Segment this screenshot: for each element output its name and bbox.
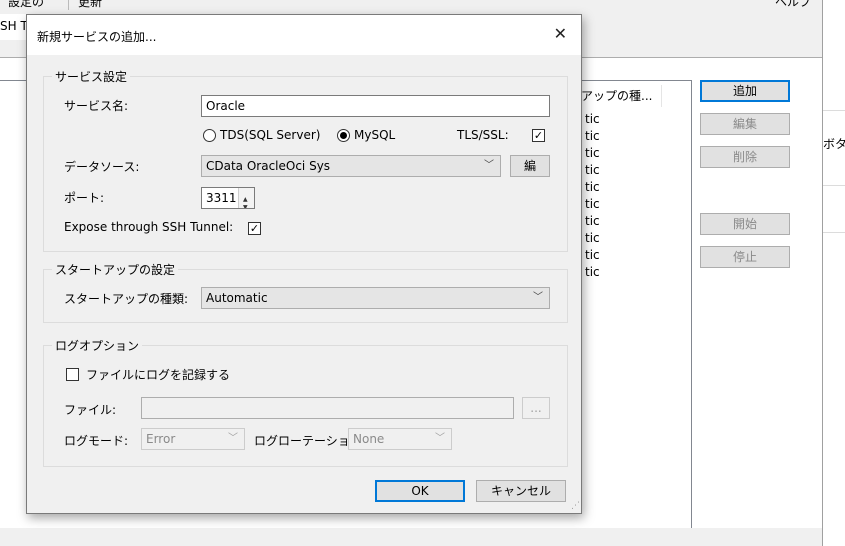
ok-button[interactable]: OK xyxy=(375,480,465,502)
close-icon[interactable]: ✕ xyxy=(554,24,567,43)
log-rotation-label: ログローテーショ xyxy=(254,434,349,448)
chevron-down-icon: ﹀ xyxy=(533,292,543,303)
toolbar-fragment[interactable]: 設定の xyxy=(8,0,44,10)
list-item[interactable]: tic xyxy=(585,248,600,262)
log-mode-label: ログモード: xyxy=(64,434,129,448)
log-rotation-select[interactable]: None ﹀ xyxy=(348,428,452,450)
log-to-file-checkbox[interactable] xyxy=(66,368,79,381)
add-service-dialog: 新規サービスの追加... ✕ サービス設定 サービス名: Oracle TDS(… xyxy=(26,14,582,514)
edit-button[interactable]: 編集 xyxy=(700,113,790,135)
startup-type-label: スタートアップの種類: xyxy=(64,292,189,306)
radio-tds-label[interactable]: TDS(SQL Server) xyxy=(220,128,320,142)
startup-type-value: Automatic xyxy=(206,291,268,305)
ssh-tunnel-checkbox[interactable]: ✓ xyxy=(248,222,261,235)
radio-mysql-label[interactable]: MySQL xyxy=(354,128,395,142)
cancel-button[interactable]: キャンセル xyxy=(476,480,566,502)
log-rotation-value: None xyxy=(353,432,385,446)
list-item[interactable]: tic xyxy=(585,163,600,177)
port-label: ポート: xyxy=(64,191,105,205)
log-mode-select[interactable]: Error ﹀ xyxy=(141,428,245,450)
edit-datasource-button[interactable]: 編 xyxy=(510,155,550,177)
add-button[interactable]: 追加 xyxy=(700,80,790,102)
port-spin-buttons[interactable]: ▲ ▼ xyxy=(238,188,254,208)
chevron-down-icon: ﹀ xyxy=(484,160,494,171)
dialog-titlebar[interactable]: 新規サービスの追加... ✕ xyxy=(27,15,581,55)
list-item[interactable]: tic xyxy=(585,197,600,211)
file-label: ファイル: xyxy=(64,403,117,417)
datasource-label: データソース: xyxy=(64,160,140,174)
ssh-tunnel-label: Expose through SSH Tunnel: xyxy=(64,220,234,234)
background-status-area xyxy=(0,528,822,546)
toolbar-separator xyxy=(68,0,69,10)
list-item[interactable]: tic xyxy=(585,146,600,160)
chevron-down-icon: ﹀ xyxy=(228,433,238,444)
spin-down-icon[interactable]: ▼ xyxy=(243,198,248,208)
startup-type-select[interactable]: Automatic ﹀ xyxy=(201,287,550,309)
resize-grip-icon[interactable]: ⋰ xyxy=(571,501,580,511)
tls-ssl-label: TLS/SSL: xyxy=(457,128,509,142)
port-value: 3311 xyxy=(206,191,237,205)
delete-button[interactable]: 削除 xyxy=(700,146,790,168)
divider xyxy=(823,110,845,111)
list-item[interactable]: tic xyxy=(585,112,600,126)
divider xyxy=(823,232,845,233)
service-name-input[interactable]: Oracle xyxy=(201,95,550,117)
list-item[interactable]: tic xyxy=(585,129,600,143)
right-pane-fragment: ボタ xyxy=(823,137,845,151)
background-toolbar: 設定の 更新 ヘルプ xyxy=(0,0,822,14)
list-item[interactable]: tic xyxy=(585,214,600,228)
stop-button[interactable]: 停止 xyxy=(700,246,790,268)
service-settings-legend: サービス設定 xyxy=(52,68,131,85)
background-right-pane: ボタ xyxy=(822,0,845,546)
log-options-group: ログオプション ファイルにログを記録する ファイル: ... ログモード: Er… xyxy=(43,337,568,467)
browse-button[interactable]: ... xyxy=(522,397,550,419)
log-to-file-label[interactable]: ファイルにログを記録する xyxy=(86,366,230,383)
log-options-legend: ログオプション xyxy=(52,337,143,354)
dialog-title: 新規サービスの追加... xyxy=(37,30,157,44)
list-item[interactable]: tic xyxy=(585,265,600,279)
column-header-startup-type[interactable]: アップの種... xyxy=(576,85,662,107)
startup-settings-legend: スタートアップの設定 xyxy=(52,261,179,278)
tab-label: SH T xyxy=(0,19,28,33)
start-button[interactable]: 開始 xyxy=(700,213,790,235)
radio-tds[interactable] xyxy=(203,129,216,142)
log-mode-value: Error xyxy=(146,432,176,446)
toolbar-fragment-2[interactable]: 更新 xyxy=(78,0,102,10)
datasource-select[interactable]: CData OracleOci Sys ﹀ xyxy=(201,155,501,177)
datasource-value: CData OracleOci Sys xyxy=(206,159,331,173)
radio-mysql[interactable] xyxy=(337,129,350,142)
service-name-label: サービス名: xyxy=(64,99,129,113)
port-stepper[interactable]: 3311 ▲ ▼ xyxy=(201,187,255,209)
list-item[interactable]: tic xyxy=(585,231,600,245)
divider xyxy=(823,185,845,186)
startup-settings-group: スタートアップの設定 スタートアップの種類: Automatic ﹀ xyxy=(43,261,568,323)
file-path-input[interactable] xyxy=(141,397,514,419)
list-item[interactable]: tic xyxy=(585,180,600,194)
help-link[interactable]: ヘルプ xyxy=(775,0,811,10)
service-settings-group: サービス設定 サービス名: Oracle TDS(SQL Server) MyS… xyxy=(43,68,568,252)
chevron-down-icon: ﹀ xyxy=(435,433,445,444)
tls-ssl-checkbox[interactable]: ✓ xyxy=(532,129,545,142)
